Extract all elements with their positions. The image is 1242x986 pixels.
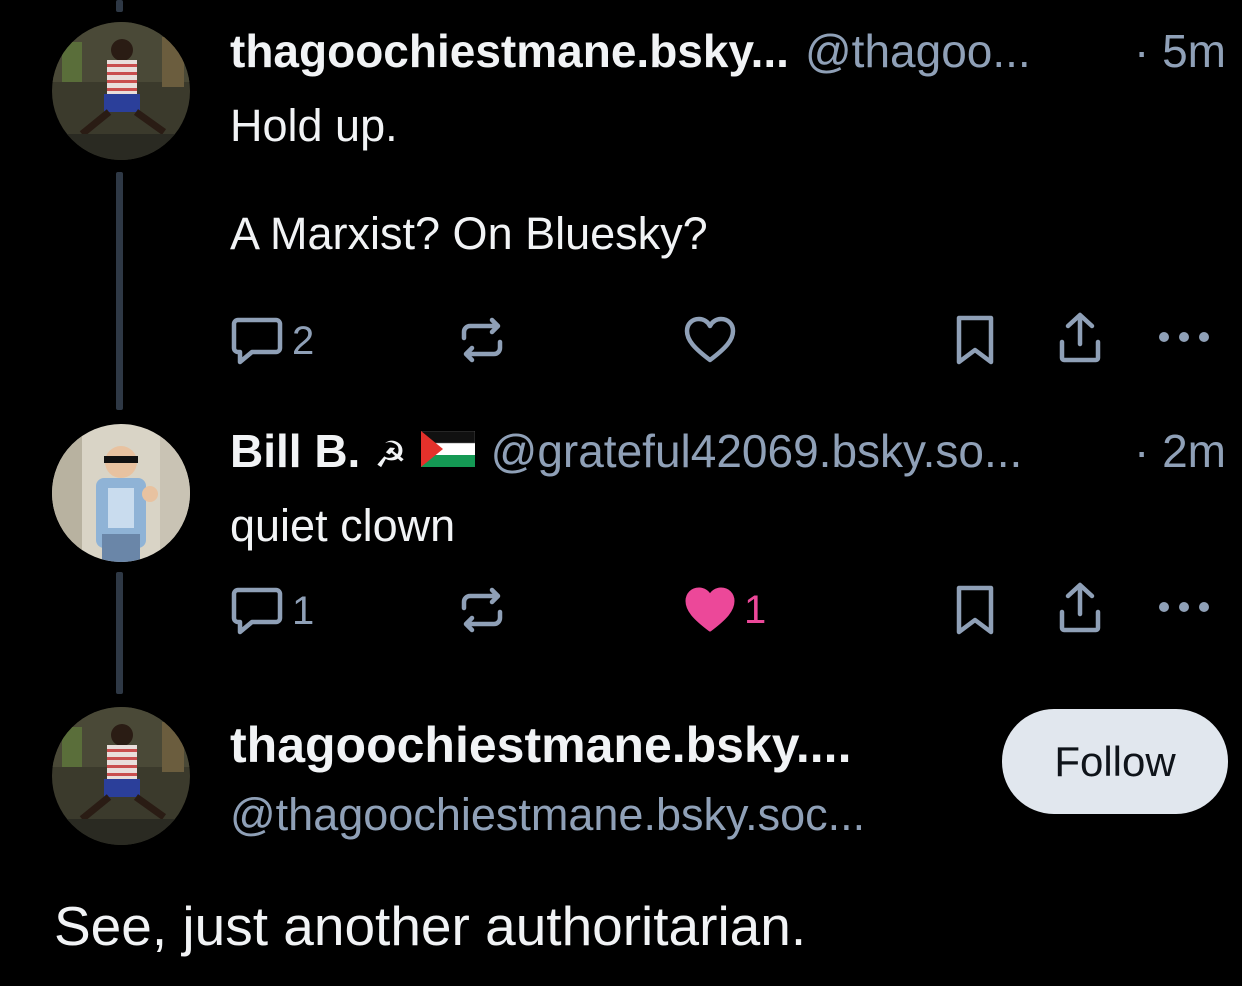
avatar[interactable] xyxy=(52,22,190,160)
repost-icon xyxy=(461,587,503,633)
more-icon xyxy=(1159,332,1209,342)
share-button[interactable] xyxy=(1056,582,1104,634)
reply-count: 2 xyxy=(292,318,315,363)
post-text: Hold up. A Marxist? On Bluesky? xyxy=(230,100,708,259)
post-text: quiet clown xyxy=(230,500,456,551)
bookmark-icon xyxy=(956,585,994,635)
author-handle[interactable]: @thagoo... xyxy=(805,24,1031,78)
palestine-flag-icon xyxy=(420,431,475,467)
share-icon xyxy=(1059,582,1101,633)
thread-line-1 xyxy=(116,172,123,410)
follow-button[interactable]: Follow xyxy=(1002,709,1228,814)
bookmark-button[interactable] xyxy=(955,584,995,636)
post-header: Bill B. ☭ @grateful42069.bsky.so... · 2m xyxy=(230,424,1226,482)
more-button[interactable] xyxy=(1158,600,1210,614)
reply-count: 1 xyxy=(292,588,315,633)
thread-line-2 xyxy=(116,572,123,694)
focus-post-text: See, just another authoritarian. xyxy=(54,895,807,957)
share-icon xyxy=(1059,312,1101,363)
like-button[interactable]: 1 xyxy=(684,586,766,634)
reply-icon xyxy=(231,587,283,635)
focus-author-handle[interactable]: @thagoochiestmane.bsky.soc... xyxy=(230,788,865,842)
author-name[interactable]: Bill B. xyxy=(230,424,360,478)
post-header: thagoochiestmane.bsky... @thagoo... · 5m xyxy=(230,24,1226,78)
like-count: 1 xyxy=(744,587,767,632)
share-button[interactable] xyxy=(1056,312,1104,364)
like-icon xyxy=(684,316,736,363)
repost-button[interactable] xyxy=(458,586,506,634)
reply-icon xyxy=(231,317,283,365)
hammer-sickle-emoji: ☭ xyxy=(374,434,407,475)
bookmark-icon xyxy=(956,315,994,365)
reply-button[interactable]: 2 xyxy=(230,316,314,366)
avatar[interactable] xyxy=(52,424,190,562)
like-icon xyxy=(685,587,735,632)
bookmark-button[interactable] xyxy=(955,314,995,366)
more-icon xyxy=(1159,602,1209,612)
post-time[interactable]: · 5m xyxy=(1134,24,1226,78)
like-button[interactable] xyxy=(684,316,736,364)
reply-button[interactable]: 1 xyxy=(230,586,314,636)
repost-button[interactable] xyxy=(458,316,506,364)
author-handle[interactable]: @grateful42069.bsky.so... xyxy=(491,424,1023,478)
repost-icon xyxy=(461,317,503,363)
author-name[interactable]: thagoochiestmane.bsky... xyxy=(230,24,789,78)
post-time[interactable]: · 2m xyxy=(1134,424,1226,478)
focus-author-name[interactable]: thagoochiestmane.bsky.... xyxy=(230,716,851,774)
more-button[interactable] xyxy=(1158,330,1210,344)
thread-line-top xyxy=(116,0,123,12)
avatar[interactable] xyxy=(52,707,190,845)
